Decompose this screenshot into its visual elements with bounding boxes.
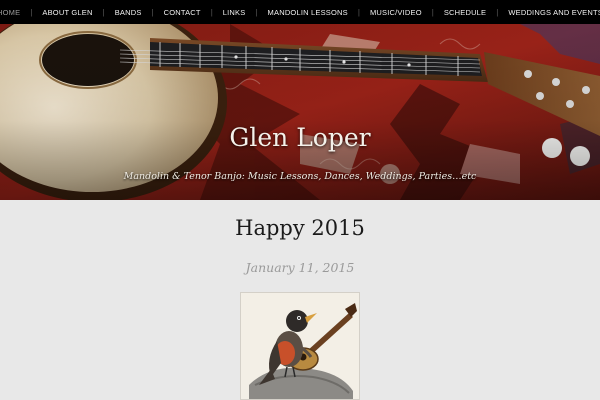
nav-separator: | xyxy=(357,7,360,17)
nav-separator: | xyxy=(255,7,258,17)
bird-playing-mandolin-illustration xyxy=(241,293,359,399)
nav-separator: | xyxy=(431,7,434,17)
nav-item-bands[interactable]: BANDS xyxy=(111,8,146,17)
post-date[interactable]: January 11, 2015 xyxy=(0,260,600,275)
nav-separator: | xyxy=(151,7,154,17)
nav-item-weddings-and-events[interactable]: WEDDINGS AND EVENTS xyxy=(504,8,600,17)
nav-item-home[interactable]: HOME xyxy=(0,8,24,17)
nav-separator: | xyxy=(30,7,33,17)
main-content: Happy 2015 January 11, 2015 xyxy=(0,200,600,400)
nav-separator: | xyxy=(496,7,499,17)
nav-separator: | xyxy=(102,7,105,17)
nav-item-music-video[interactable]: MUSIC/VIDEO xyxy=(366,8,426,17)
nav-item-mandolin-lessons[interactable]: MANDOLIN LESSONS xyxy=(264,8,352,17)
nav-item-schedule[interactable]: SCHEDULE xyxy=(440,8,490,17)
site-header: Glen Loper Mandolin & Tenor Banjo: Music… xyxy=(0,24,600,200)
nav-separator: | xyxy=(210,7,213,17)
site-tagline: Mandolin & Tenor Banjo: Music Lessons, D… xyxy=(123,171,477,182)
top-navigation: HOME | ABOUT GLEN | BANDS | CONTACT | LI… xyxy=(0,0,600,24)
post-title[interactable]: Happy 2015 xyxy=(0,216,600,240)
post-image[interactable] xyxy=(240,292,360,400)
nav-item-about-glen[interactable]: ABOUT GLEN xyxy=(38,8,96,17)
nav-item-links[interactable]: LINKS xyxy=(219,8,250,17)
site-title[interactable]: Glen Loper xyxy=(0,123,600,152)
nav-item-contact[interactable]: CONTACT xyxy=(160,8,205,17)
